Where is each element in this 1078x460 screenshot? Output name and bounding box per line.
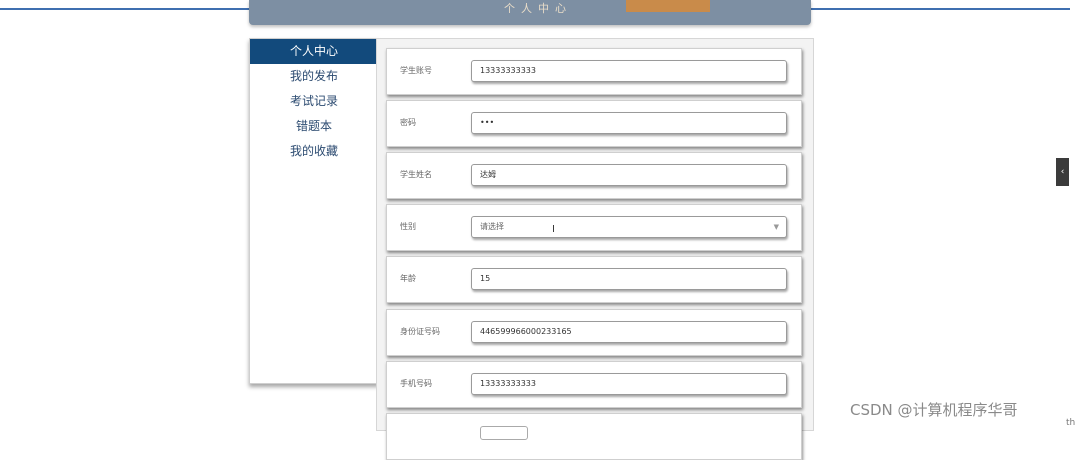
sidebar-item-my-posts[interactable]: 我的发布 <box>250 64 378 89</box>
phone-input[interactable]: 13333333333 <box>471 373 787 395</box>
form-row-name: 学生姓名 达姆 <box>386 152 802 199</box>
age-label: 年龄 <box>400 274 416 283</box>
password-input[interactable]: ••• <box>471 112 787 134</box>
id-number-input[interactable]: 446599966000233165 <box>471 321 787 343</box>
form-row-account: 学生账号 13333333333 <box>386 48 802 95</box>
sidebar-item-profile[interactable]: 个人中心 <box>250 39 378 64</box>
gender-select[interactable]: 请选择 I ▼ <box>471 216 787 238</box>
sidebar-item-favorites[interactable]: 我的收藏 <box>250 139 378 164</box>
password-label: 密码 <box>400 118 416 127</box>
chevron-down-icon[interactable]: ▼ <box>774 217 779 237</box>
form-row-partial <box>386 413 802 460</box>
stray-text: th <box>1066 418 1076 428</box>
form-row-age: 年龄 15 <box>386 256 802 303</box>
form-row-gender: 性别 请选择 I ▼ <box>386 204 802 251</box>
banner-title: 个人中心 <box>504 2 572 15</box>
upload-button[interactable] <box>480 426 528 440</box>
form-row-password: 密码 ••• <box>386 100 802 147</box>
profile-form: 学生账号 13333333333 密码 ••• 学生姓名 达姆 性别 请选择 I… <box>376 38 814 460</box>
form-row-id-number: 身份证号码 446599966000233165 <box>386 309 802 356</box>
account-label: 学生账号 <box>400 66 432 75</box>
header-banner: 个人中心 <box>249 0 811 25</box>
sidebar: 个人中心 我的发布 考试记录 错题本 我的收藏 <box>249 38 379 384</box>
name-label: 学生姓名 <box>400 170 432 179</box>
sidebar-item-exam-records[interactable]: 考试记录 <box>250 89 378 114</box>
text-cursor-icon: I <box>552 224 555 235</box>
chevron-left-icon: ‹ <box>1060 167 1065 177</box>
name-input[interactable]: 达姆 <box>471 164 787 186</box>
watermark: CSDN @计算机程序华哥 <box>850 401 1018 419</box>
gender-label: 性别 <box>400 222 416 231</box>
age-input[interactable]: 15 <box>471 268 787 290</box>
sidebar-item-wrong-questions[interactable]: 错题本 <box>250 114 378 139</box>
form-row-phone: 手机号码 13333333333 <box>386 361 802 408</box>
phone-label: 手机号码 <box>400 379 432 388</box>
id-number-label: 身份证号码 <box>400 327 440 336</box>
banner-button[interactable] <box>626 0 710 12</box>
gender-select-value: 请选择 <box>480 222 504 231</box>
account-input[interactable]: 13333333333 <box>471 60 787 82</box>
collapse-handle[interactable]: ‹ <box>1056 158 1069 186</box>
